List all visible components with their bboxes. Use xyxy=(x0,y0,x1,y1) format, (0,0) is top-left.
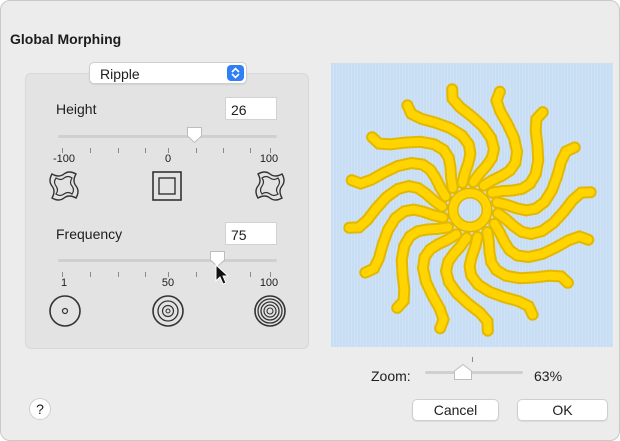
chevron-updown-icon xyxy=(227,65,244,81)
height-tick-mid: 0 xyxy=(164,153,172,165)
height-tick-min: -100 xyxy=(52,153,76,165)
global-morphing-dialog: Global Morphing Ripple Height 26 -100 0 … xyxy=(0,0,620,441)
frequency-field[interactable]: 75 xyxy=(225,222,277,245)
ripple-mid-icon xyxy=(152,295,184,327)
height-field[interactable]: 26 xyxy=(225,97,277,120)
sun-embroidery-design xyxy=(331,63,613,347)
height-slider-thumb[interactable] xyxy=(186,126,203,144)
height-label: Height xyxy=(56,101,97,117)
zoom-label: Zoom: xyxy=(371,368,411,384)
frequency-tick-max: 100 xyxy=(259,277,279,289)
frequency-tick-min: 1 xyxy=(60,277,68,289)
zoom-value: 63% xyxy=(534,368,563,384)
effect-popup[interactable]: Ripple xyxy=(89,62,247,84)
height-tick-max: 100 xyxy=(259,153,279,165)
zoom-slider-thumb[interactable] xyxy=(453,363,473,381)
ripple-low-icon xyxy=(49,295,81,327)
effect-popup-value: Ripple xyxy=(100,66,140,82)
morph-negative-icon xyxy=(49,171,79,201)
zoom-slider[interactable] xyxy=(425,363,523,383)
morph-neutral-icon xyxy=(152,171,182,201)
morph-positive-icon xyxy=(255,171,285,201)
frequency-label: Frequency xyxy=(56,226,123,242)
help-button[interactable]: ? xyxy=(29,398,51,420)
height-slider[interactable] xyxy=(58,127,277,147)
frequency-tick-mid: 50 xyxy=(161,277,175,289)
design-preview xyxy=(331,63,613,347)
cursor-pointer-icon xyxy=(215,264,230,285)
dialog-title: Global Morphing xyxy=(10,31,122,47)
ripple-high-icon xyxy=(254,295,286,327)
ok-button[interactable]: OK xyxy=(517,399,608,421)
frequency-slider[interactable] xyxy=(58,251,277,271)
cancel-button[interactable]: Cancel xyxy=(412,399,499,421)
